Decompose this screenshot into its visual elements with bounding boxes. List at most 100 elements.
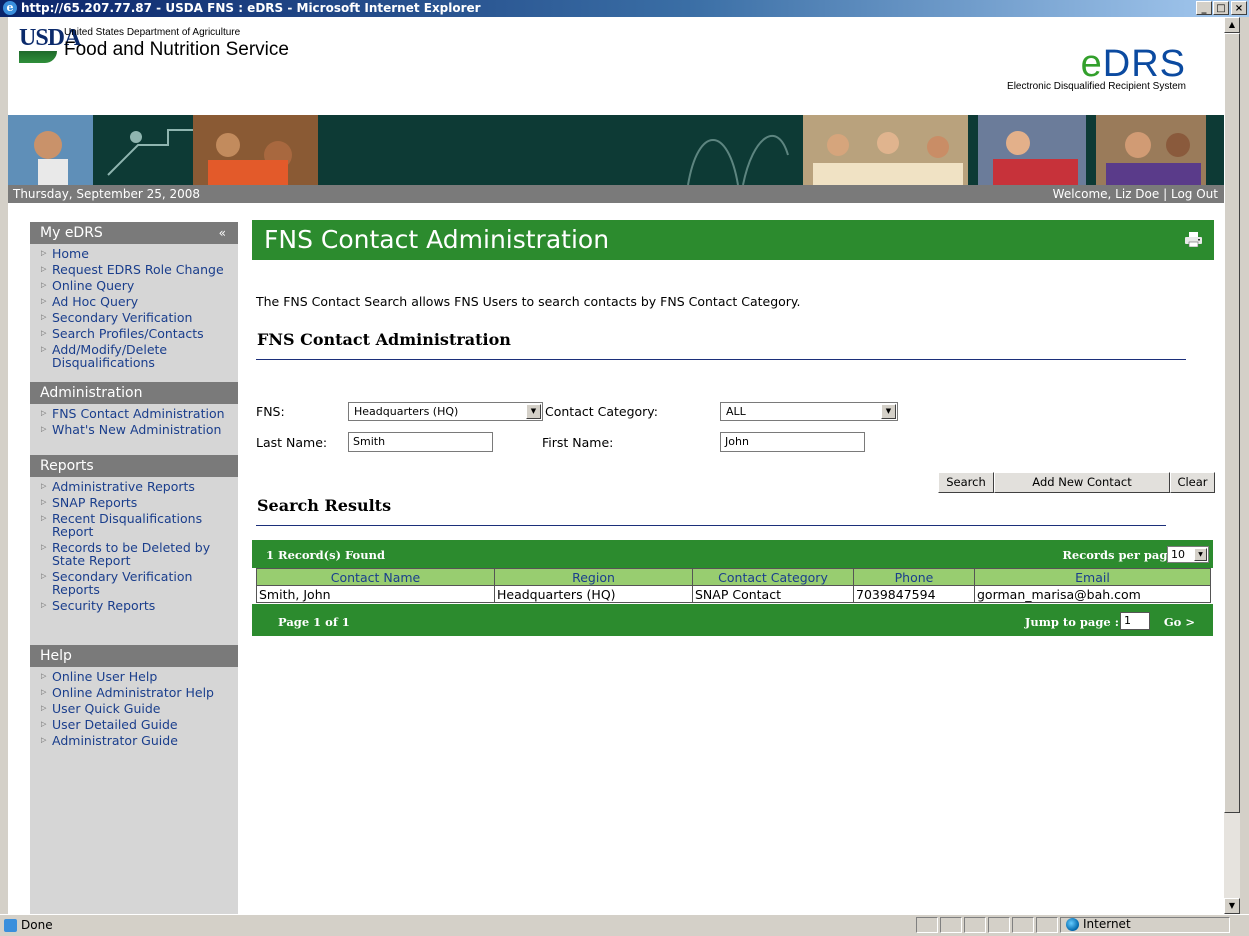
- status-panel: [988, 917, 1010, 933]
- department-name: United States Department of Agriculture: [64, 27, 241, 38]
- status-text: Done: [21, 918, 53, 932]
- current-date: Thursday, September 25, 2008: [13, 187, 201, 201]
- window-border-left: [0, 17, 8, 914]
- page-title: FNS Contact Administration: [264, 225, 610, 254]
- date-bar: Thursday, September 25, 2008 Welcome, Li…: [8, 185, 1224, 203]
- photo-banner: [8, 115, 1224, 185]
- column-header-phone[interactable]: Phone: [853, 568, 975, 586]
- edrs-brand: eDRS: [1007, 45, 1186, 83]
- maximize-button[interactable]: □: [1213, 1, 1229, 15]
- sidebar-item-request-role-change[interactable]: Request EDRS Role Change: [41, 263, 238, 276]
- column-header-region[interactable]: Region: [494, 568, 693, 586]
- table-row[interactable]: Smith, John Headquarters (HQ) SNAP Conta…: [256, 585, 1211, 603]
- window-border-right: [1240, 17, 1249, 914]
- print-icon[interactable]: [1185, 232, 1202, 247]
- window-title-bar[interactable]: e http://65.207.77.87 - USDA FNS : eDRS …: [0, 0, 1249, 17]
- table-header-row: Contact Name Region Contact Category Pho…: [256, 568, 1211, 586]
- chevron-down-icon: ▼: [881, 404, 896, 419]
- sidebar-item-administrator-guide[interactable]: Administrator Guide: [41, 734, 238, 747]
- scroll-down-icon[interactable]: ▼: [1224, 898, 1240, 914]
- sidebar-section-administration: Administration: [30, 382, 238, 404]
- main-content: FNS Contact Administration The FNS Conta…: [252, 220, 1215, 526]
- usda-swoosh-icon: [19, 51, 57, 63]
- cell-email: gorman_marisa@bah.com: [974, 585, 1211, 603]
- sidebar-item-snap-reports[interactable]: SNAP Reports: [41, 496, 238, 509]
- column-header-contact-name[interactable]: Contact Name: [256, 568, 495, 586]
- scrollbar-thumb[interactable]: [1224, 33, 1240, 813]
- site-header: USDA United States Department of Agricul…: [8, 17, 1224, 115]
- clear-button[interactable]: Clear: [1170, 472, 1215, 493]
- records-per-page-value: 10: [1171, 548, 1185, 561]
- sidebar-item-online-user-help[interactable]: Online User Help: [41, 670, 238, 683]
- jump-to-page-label: Jump to page :: [1024, 615, 1119, 629]
- search-results-title: Search Results: [257, 496, 392, 515]
- sidebar-item-fns-contact-admin[interactable]: FNS Contact Administration: [41, 407, 238, 420]
- sidebar-section-reports: Reports: [30, 455, 238, 477]
- contact-category-select-value: ALL: [726, 405, 746, 418]
- security-zone: Internet: [1066, 917, 1131, 931]
- sidebar-item-online-query[interactable]: Online Query: [41, 279, 238, 292]
- edrs-logo: eDRS Electronic Disqualified Recipient S…: [1007, 45, 1186, 92]
- contact-category-select[interactable]: ALL ▼: [720, 402, 898, 421]
- scroll-up-icon[interactable]: ▲: [1224, 17, 1240, 33]
- sidebar-item-records-to-delete[interactable]: Records to be Deleted by State Report: [41, 541, 238, 567]
- sidebar-item-administrative-reports[interactable]: Administrative Reports: [41, 480, 238, 493]
- jump-to-page-input[interactable]: 1: [1120, 612, 1150, 630]
- ie-icon: e: [3, 1, 17, 15]
- sidebar-item-recent-disqualifications[interactable]: Recent Disqualifications Report: [41, 512, 238, 538]
- search-button[interactable]: Search: [938, 472, 994, 493]
- zone-text: Internet: [1083, 917, 1131, 931]
- results-table: Contact Name Region Contact Category Pho…: [256, 568, 1211, 603]
- agency-title: Food and Nutrition Service: [64, 39, 289, 60]
- agency-name: United States Department of Agriculture …: [64, 27, 289, 61]
- sidebar-section-help: Help: [30, 645, 238, 667]
- edrs-subtitle: Electronic Disqualified Recipient System: [1007, 81, 1186, 92]
- status-panel: [964, 917, 986, 933]
- column-header-contact-category[interactable]: Contact Category: [692, 568, 854, 586]
- edrs-brand-e: e: [1080, 43, 1103, 85]
- sidebar-menu-help: Online User Help Online Administrator He…: [30, 667, 238, 760]
- column-header-email[interactable]: Email: [974, 568, 1211, 586]
- vertical-scrollbar[interactable]: ▲ ▼: [1224, 17, 1240, 914]
- sidebar-item-disqualifications[interactable]: Add/Modify/Delete Disqualifications: [41, 343, 238, 369]
- first-name-input[interactable]: John: [720, 432, 865, 452]
- contact-category-label: Contact Category:: [545, 404, 659, 419]
- sidebar-item-secondary-verification[interactable]: Secondary Verification: [41, 311, 238, 324]
- last-name-input[interactable]: Smith: [348, 432, 493, 452]
- status-panel: [916, 917, 938, 933]
- cell-contact-name[interactable]: Smith, John: [256, 585, 495, 603]
- sidebar-item-ad-hoc-query[interactable]: Ad Hoc Query: [41, 295, 238, 308]
- last-name-label: Last Name:: [256, 435, 328, 450]
- collapse-sidebar-icon[interactable]: «: [219, 222, 226, 244]
- fns-label: FNS:: [256, 404, 285, 419]
- sidebar-item-secondary-verification-reports[interactable]: Secondary Verification Reports: [41, 570, 238, 596]
- records-per-page-label: Records per page :: [1062, 548, 1183, 562]
- welcome-text: Welcome, Liz Doe: [1052, 187, 1160, 201]
- sidebar-section-title: My eDRS: [40, 225, 103, 241]
- fns-select[interactable]: Headquarters (HQ) ▼: [348, 402, 543, 421]
- minimize-button[interactable]: _: [1196, 1, 1212, 15]
- sidebar-item-whats-new-admin[interactable]: What's New Administration: [41, 423, 238, 436]
- fns-select-value: Headquarters (HQ): [354, 405, 459, 418]
- record-count: 1 Record(s) Found: [266, 548, 385, 562]
- status-panel: [1036, 917, 1058, 933]
- records-per-page-select[interactable]: 10 ▼: [1167, 546, 1209, 563]
- page-header: FNS Contact Administration: [252, 220, 1214, 260]
- status-panel: [1012, 917, 1034, 933]
- add-new-contact-button[interactable]: Add New Contact: [994, 472, 1170, 493]
- sidebar-item-user-quick-guide[interactable]: User Quick Guide: [41, 702, 238, 715]
- sidebar-item-home[interactable]: Home: [41, 247, 238, 260]
- sidebar-item-search-profiles[interactable]: Search Profiles/Contacts: [41, 327, 238, 340]
- sidebar-item-online-admin-help[interactable]: Online Administrator Help: [41, 686, 238, 699]
- go-button[interactable]: Go >: [1164, 615, 1195, 629]
- logout-link[interactable]: Log Out: [1171, 187, 1218, 201]
- close-button[interactable]: ×: [1231, 1, 1247, 15]
- page-indicator: Page 1 of 1: [278, 615, 350, 629]
- results-footer: Page 1 of 1 Jump to page : 1 Go >: [252, 604, 1213, 636]
- sidebar-item-user-detailed-guide[interactable]: User Detailed Guide: [41, 718, 238, 731]
- welcome-area: Welcome, Liz Doe | Log Out: [1053, 185, 1218, 203]
- page-icon: [4, 918, 17, 932]
- globe-icon: [1066, 917, 1079, 931]
- sidebar-item-security-reports[interactable]: Security Reports: [41, 599, 238, 612]
- banner-photos-image: [8, 115, 1206, 185]
